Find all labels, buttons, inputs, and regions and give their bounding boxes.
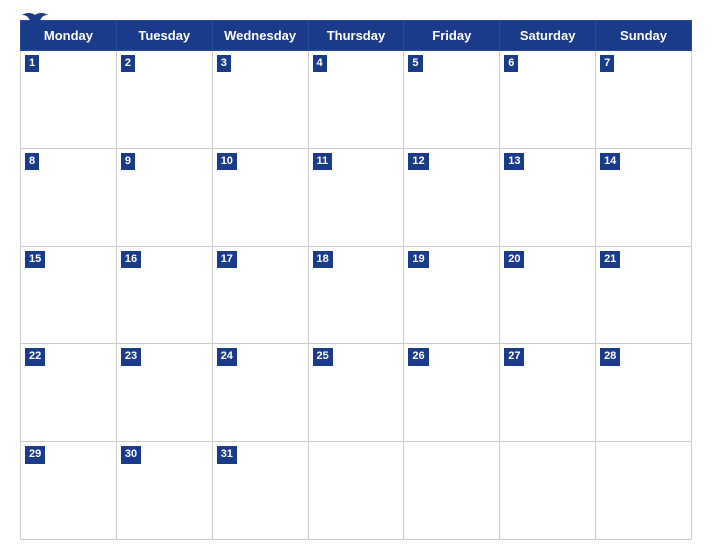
weekday-header-tuesday: Tuesday [116,21,212,51]
date-number-3: 3 [217,55,231,72]
date-number-30: 30 [121,446,141,463]
date-number-27: 27 [504,348,524,365]
date-number-5: 5 [408,55,422,72]
day-cell-25: 25 [308,344,404,442]
date-number-12: 12 [408,153,428,170]
day-cell-14: 14 [596,148,692,246]
weekday-header-friday: Friday [404,21,500,51]
day-cell-11: 11 [308,148,404,246]
date-number-9: 9 [121,153,135,170]
day-cell-22: 22 [21,344,117,442]
date-number-28: 28 [600,348,620,365]
day-cell-9: 9 [116,148,212,246]
week-row-2: 8 9 10 11 12 13 14 [21,148,692,246]
day-cell-8: 8 [21,148,117,246]
day-cell-12: 12 [404,148,500,246]
day-cell-31: 31 [212,442,308,540]
week-row-1: 1 2 3 4 5 6 7 [21,51,692,149]
day-cell-2: 2 [116,51,212,149]
date-number-15: 15 [25,251,45,268]
date-number-20: 20 [504,251,524,268]
date-number-13: 13 [504,153,524,170]
empty-cell [596,442,692,540]
week-row-3: 15 16 17 18 19 20 21 [21,246,692,344]
date-number-24: 24 [217,348,237,365]
day-cell-26: 26 [404,344,500,442]
day-cell-6: 6 [500,51,596,149]
date-number-21: 21 [600,251,620,268]
date-number-17: 17 [217,251,237,268]
day-cell-16: 16 [116,246,212,344]
logo [20,12,54,37]
date-number-10: 10 [217,153,237,170]
day-cell-19: 19 [404,246,500,344]
date-number-25: 25 [313,348,333,365]
date-number-29: 29 [25,446,45,463]
week-row-4: 22 23 24 25 26 27 28 [21,344,692,442]
day-cell-28: 28 [596,344,692,442]
date-number-16: 16 [121,251,141,268]
date-number-19: 19 [408,251,428,268]
day-cell-4: 4 [308,51,404,149]
day-cell-13: 13 [500,148,596,246]
date-number-1: 1 [25,55,39,72]
date-number-22: 22 [25,348,45,365]
weekday-header-sunday: Sunday [596,21,692,51]
date-number-23: 23 [121,348,141,365]
day-cell-18: 18 [308,246,404,344]
calendar-header [20,10,692,14]
day-cell-29: 29 [21,442,117,540]
week-row-5: 29 30 31 [21,442,692,540]
weekday-header-saturday: Saturday [500,21,596,51]
date-number-8: 8 [25,153,39,170]
day-cell-15: 15 [21,246,117,344]
day-cell-5: 5 [404,51,500,149]
day-cell-3: 3 [212,51,308,149]
day-cell-10: 10 [212,148,308,246]
day-cell-1: 1 [21,51,117,149]
calendar-table: MondayTuesdayWednesdayThursdayFridaySatu… [20,20,692,540]
calendar-header-row: MondayTuesdayWednesdayThursdayFridaySatu… [21,21,692,51]
date-number-6: 6 [504,55,518,72]
calendar-body: 1234567891011121314151617181920212223242… [21,51,692,540]
day-cell-23: 23 [116,344,212,442]
day-cell-17: 17 [212,246,308,344]
empty-cell [500,442,596,540]
date-number-31: 31 [217,446,237,463]
date-number-11: 11 [313,153,333,170]
day-cell-7: 7 [596,51,692,149]
date-number-18: 18 [313,251,333,268]
date-number-14: 14 [600,153,620,170]
day-cell-20: 20 [500,246,596,344]
weekday-header-wednesday: Wednesday [212,21,308,51]
logo-bird-icon [20,12,50,32]
date-number-7: 7 [600,55,614,72]
date-number-4: 4 [313,55,327,72]
empty-cell [308,442,404,540]
empty-cell [404,442,500,540]
day-cell-30: 30 [116,442,212,540]
day-cell-21: 21 [596,246,692,344]
date-number-2: 2 [121,55,135,72]
day-cell-27: 27 [500,344,596,442]
day-cell-24: 24 [212,344,308,442]
weekday-header-thursday: Thursday [308,21,404,51]
date-number-26: 26 [408,348,428,365]
